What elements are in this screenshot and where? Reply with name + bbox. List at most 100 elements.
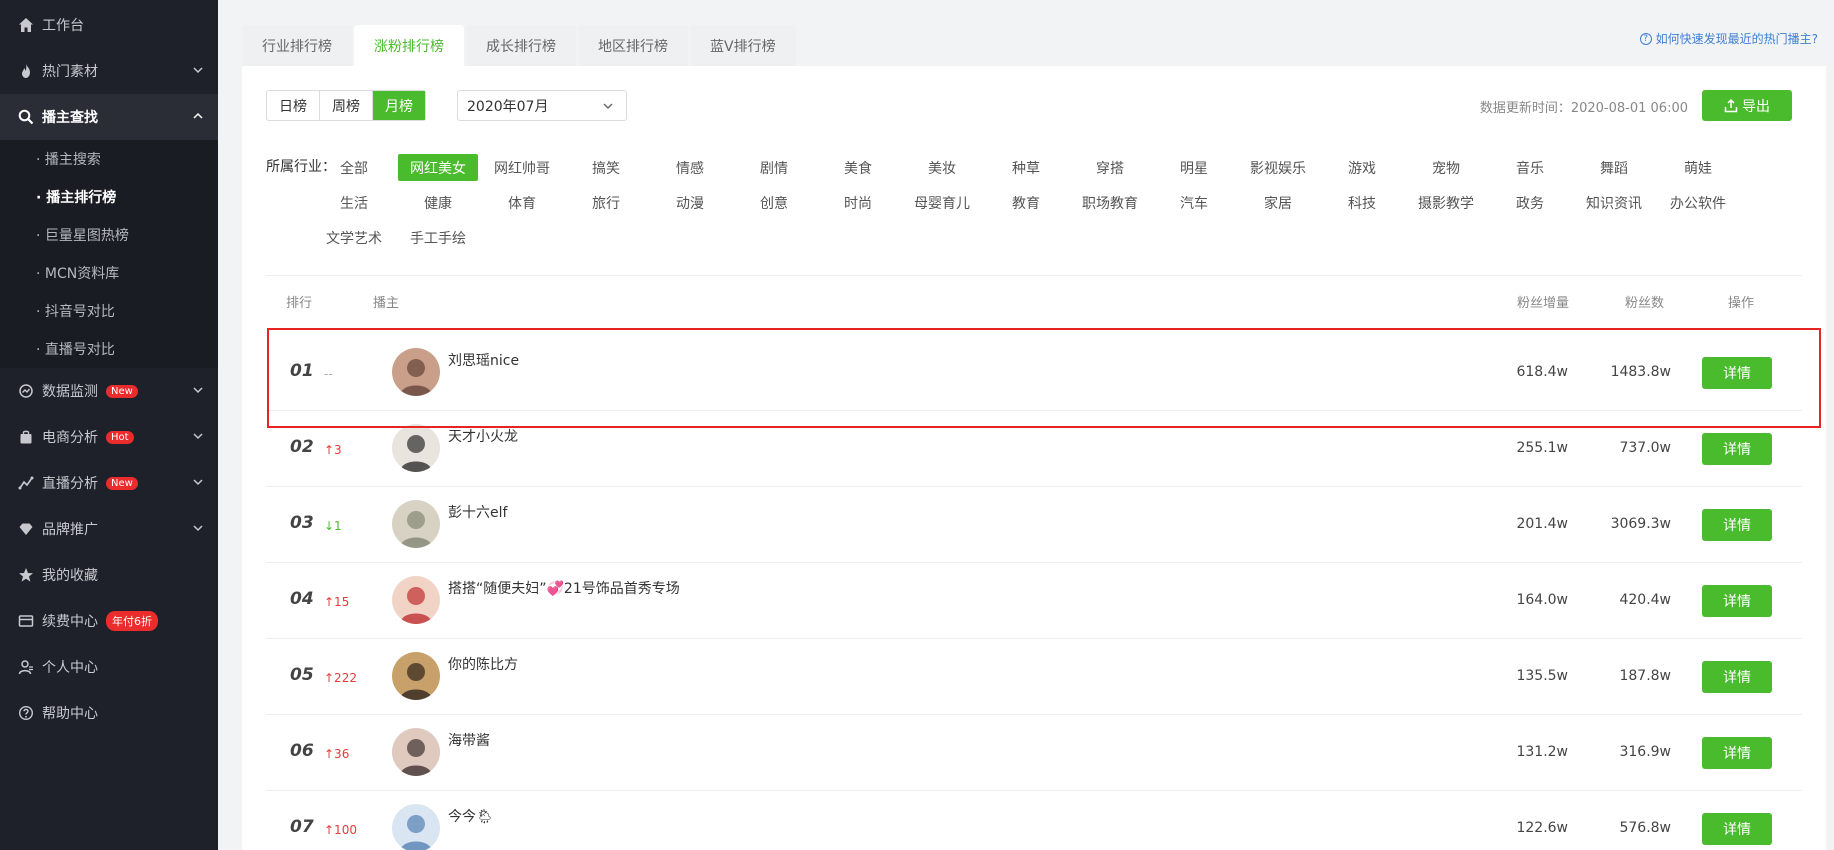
industry-chip[interactable]: 音乐 <box>1490 154 1570 181</box>
creator-name[interactable]: 今今🌦 <box>448 806 494 826</box>
sidebar-item-hot-material[interactable]: 热门素材 <box>0 48 218 94</box>
industry-chip[interactable]: 种草 <box>986 154 1066 181</box>
month-select[interactable]: 2020年07月 <box>457 90 627 121</box>
industry-chip[interactable]: 文学艺术 <box>314 224 394 251</box>
industry-chip[interactable]: 萌娃 <box>1658 154 1738 181</box>
industry-chip[interactable]: 创意 <box>734 189 814 216</box>
sidebar-item-ecommerce[interactable]: 电商分析 Hot <box>0 414 218 460</box>
avatar[interactable] <box>392 500 440 548</box>
creator-name[interactable]: 搭搭“随便夫妇”💞21号饰品首秀专场 <box>448 578 680 598</box>
industry-chip[interactable]: 舞蹈 <box>1574 154 1654 181</box>
industry-chip[interactable]: 网红美女 <box>398 154 478 181</box>
sidebar-item-data-monitor[interactable]: 数据监测 New <box>0 368 218 414</box>
industry-chip[interactable]: 宠物 <box>1406 154 1486 181</box>
detail-button[interactable]: 详情 <box>1702 737 1772 769</box>
table-row: 03 ↓1 彭十六elf 201.4w 3069.3w 详情 <box>266 486 1802 563</box>
industry-chip[interactable]: 家居 <box>1238 189 1318 216</box>
tab-industry-ranking[interactable]: 行业排行榜 <box>242 25 352 66</box>
industry-chip[interactable]: 职场教育 <box>1070 189 1150 216</box>
industry-chip[interactable]: 网红帅哥 <box>482 154 562 181</box>
creator-name[interactable]: 天才小火龙 <box>448 426 518 446</box>
sidebar-item-label: 帮助中心 <box>42 706 98 722</box>
industry-chip[interactable]: 教育 <box>986 189 1066 216</box>
avatar[interactable] <box>392 348 440 396</box>
sidebar-item-brand-promo[interactable]: 品牌推广 <box>0 506 218 552</box>
tab-region-ranking[interactable]: 地区排行榜 <box>578 25 688 66</box>
fan-count: 420.4w <box>1619 592 1671 608</box>
sidebar-sub-creator-search[interactable]: · 播主搜索 <box>0 140 218 178</box>
tab-fan-growth-ranking[interactable]: 涨粉排行榜 <box>354 25 464 66</box>
fan-increase: 135.5w <box>1516 668 1568 684</box>
industry-chip[interactable]: 美妆 <box>902 154 982 181</box>
rank-number: 06 <box>290 741 314 761</box>
industry-chip[interactable]: 影视娱乐 <box>1238 154 1318 181</box>
industry-chip[interactable]: 知识资讯 <box>1574 189 1654 216</box>
creator-name[interactable]: 彭十六elf <box>448 502 507 522</box>
industry-chip[interactable]: 明星 <box>1154 154 1234 181</box>
header-rank: 排行 <box>286 296 313 311</box>
sidebar-sub-star-hot[interactable]: · 巨量星图热榜 <box>0 216 218 254</box>
avatar[interactable] <box>392 652 440 700</box>
chevron-down-icon <box>602 100 614 112</box>
detail-button[interactable]: 详情 <box>1702 661 1772 693</box>
divider <box>266 275 1802 276</box>
creator-name[interactable]: 刘思瑶nice <box>448 350 519 370</box>
detail-button[interactable]: 详情 <box>1702 813 1772 845</box>
industry-chip[interactable]: 情感 <box>650 154 730 181</box>
industry-chip[interactable]: 办公软件 <box>1658 189 1738 216</box>
creator-name[interactable]: 海带酱 <box>448 730 490 750</box>
industry-chip[interactable]: 剧情 <box>734 154 814 181</box>
sidebar-item-favorites[interactable]: 我的收藏 <box>0 552 218 598</box>
industry-chip[interactable]: 全部 <box>314 154 394 181</box>
industry-chip[interactable]: 生活 <box>314 189 394 216</box>
sidebar-sub-douyin-compare[interactable]: · 抖音号对比 <box>0 292 218 330</box>
industry-chip[interactable]: 旅行 <box>566 189 646 216</box>
export-button[interactable]: 导出 <box>1702 90 1792 121</box>
avatar[interactable] <box>392 728 440 776</box>
industry-chip[interactable]: 政务 <box>1490 189 1570 216</box>
sidebar-item-live-analysis[interactable]: 直播分析 New <box>0 460 218 506</box>
industry-chip[interactable]: 搞笑 <box>566 154 646 181</box>
sidebar-item-workbench[interactable]: 工作台 <box>0 2 218 48</box>
creator-name[interactable]: 你的陈比方 <box>448 654 518 674</box>
hot-badge: Hot <box>106 430 134 444</box>
detail-button[interactable]: 详情 <box>1702 433 1772 465</box>
diamond-icon <box>17 520 35 538</box>
sidebar-item-label: 播主查找 <box>42 110 98 126</box>
industry-chip[interactable]: 科技 <box>1322 189 1402 216</box>
industry-chip[interactable]: 时尚 <box>818 189 898 216</box>
industry-chip[interactable]: 摄影教学 <box>1406 189 1486 216</box>
sidebar-item-profile[interactable]: 个人中心 <box>0 644 218 690</box>
sidebar-item-creator-search[interactable]: 播主查找 <box>0 94 218 140</box>
avatar[interactable] <box>392 576 440 624</box>
industry-chip[interactable]: 健康 <box>398 189 478 216</box>
help-link[interactable]: ? 如何快速发现最近的热门播主? <box>1639 30 1818 47</box>
fan-increase: 164.0w <box>1516 592 1568 608</box>
detail-button[interactable]: 详情 <box>1702 509 1772 541</box>
industry-chip[interactable]: 美食 <box>818 154 898 181</box>
industry-chip[interactable]: 母婴育儿 <box>902 189 982 216</box>
avatar[interactable] <box>392 804 440 850</box>
industry-chip[interactable]: 游戏 <box>1322 154 1402 181</box>
sidebar-item-renewal[interactable]: 续费中心 年付6折 <box>0 598 218 644</box>
industry-chip[interactable]: 体育 <box>482 189 562 216</box>
rank-trend: ↑222 <box>324 671 357 685</box>
industry-chip[interactable]: 手工手绘 <box>398 224 478 251</box>
sidebar-item-help[interactable]: 帮助中心 <box>0 690 218 736</box>
sidebar-sub-creator-ranking[interactable]: · 播主排行榜 <box>0 178 218 216</box>
period-daily-button[interactable]: 日榜 <box>267 91 320 120</box>
industry-chip[interactable]: 汽车 <box>1154 189 1234 216</box>
period-monthly-button[interactable]: 月榜 <box>373 91 425 120</box>
tab-growth-ranking[interactable]: 成长排行榜 <box>466 25 576 66</box>
industry-chip[interactable]: 动漫 <box>650 189 730 216</box>
period-weekly-button[interactable]: 周榜 <box>320 91 373 120</box>
sidebar-sub-mcn[interactable]: · MCN资料库 <box>0 254 218 292</box>
sidebar-sub-live-compare[interactable]: · 直播号对比 <box>0 330 218 368</box>
avatar[interactable] <box>392 424 440 472</box>
table-header: 排行 播主 粉丝增量 粉丝数 操作 <box>266 292 1802 322</box>
detail-button[interactable]: 详情 <box>1702 357 1772 389</box>
industry-chip[interactable]: 穿搭 <box>1070 154 1150 181</box>
detail-button[interactable]: 详情 <box>1702 585 1772 617</box>
export-label: 导出 <box>1742 98 1770 115</box>
tab-bluev-ranking[interactable]: 蓝V排行榜 <box>690 25 796 66</box>
